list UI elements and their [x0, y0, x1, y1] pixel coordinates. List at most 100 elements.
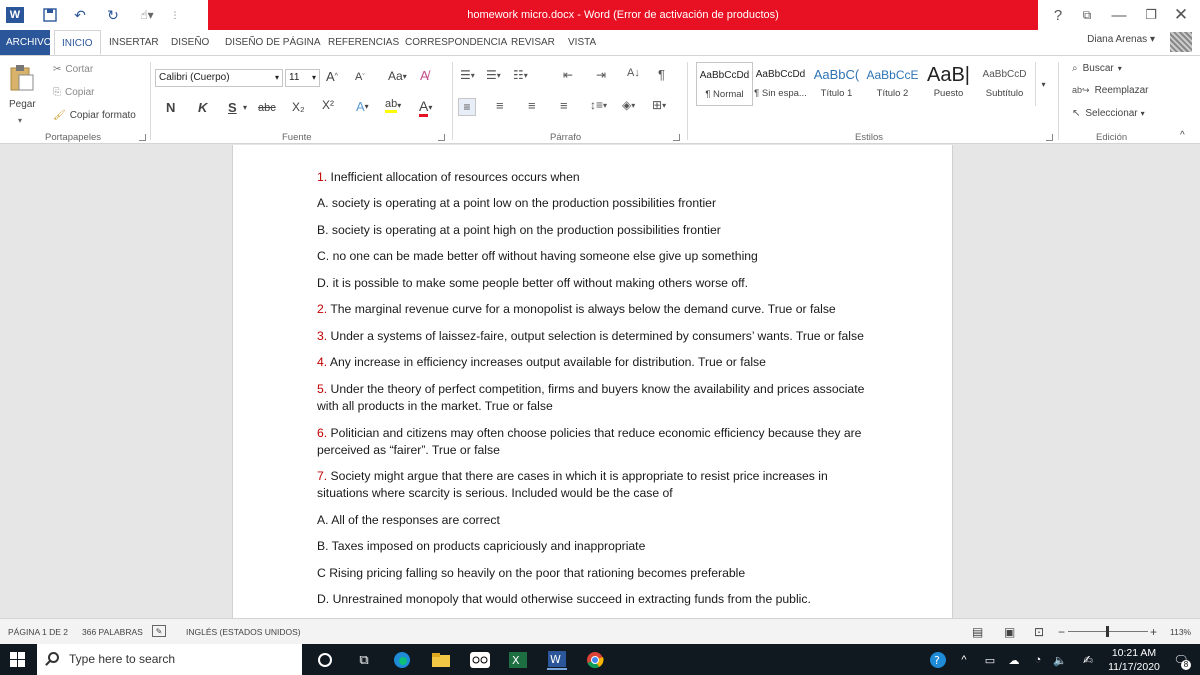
- style-heading-2[interactable]: AaBbCcE Título 2: [864, 62, 921, 106]
- increase-indent-icon[interactable]: ⇥: [596, 68, 606, 82]
- task-view-icon[interactable]: ⧉: [354, 650, 374, 670]
- doc-line[interactable]: C. no one can be made better off without…: [317, 248, 877, 265]
- windows-start-icon[interactable]: [10, 652, 25, 667]
- line-spacing-icon[interactable]: ↕≡ ▾: [590, 98, 607, 112]
- bullets-icon[interactable]: ☰ ▾: [460, 68, 475, 82]
- paste-button[interactable]: Pegar: [9, 99, 36, 110]
- doc-line[interactable]: 6. Politician and citizens may often cho…: [317, 425, 877, 442]
- doc-line[interactable]: 5. Under the theory of perfect competiti…: [317, 381, 877, 398]
- doc-line[interactable]: 4. Any increase in efficiency increases …: [317, 354, 877, 371]
- notifications-icon[interactable]: 🗨 8: [1171, 650, 1191, 670]
- language[interactable]: INGLÉS (ESTADOS UNIDOS): [186, 619, 301, 645]
- show-marks-icon[interactable]: ¶: [658, 67, 665, 82]
- battery-icon[interactable]: ▭: [980, 650, 1000, 670]
- doc-line[interactable]: B. society is operating at a point high …: [317, 222, 877, 239]
- save-icon[interactable]: [40, 5, 60, 25]
- copy-button[interactable]: ⎘ Copiar: [53, 87, 94, 98]
- avatar[interactable]: [1170, 32, 1192, 52]
- taskbar-search[interactable]: Type here to search: [37, 644, 302, 675]
- clipboard-launcher-icon[interactable]: [139, 134, 146, 141]
- find-button[interactable]: ⌕ Buscar ▾: [1072, 63, 1122, 74]
- paste-dropdown-icon[interactable]: ▾: [18, 116, 22, 125]
- borders-icon[interactable]: ⊞ ▾: [652, 98, 666, 112]
- pen-workspace-icon[interactable]: ✍: [1078, 650, 1098, 670]
- word-app-icon[interactable]: W: [6, 7, 24, 23]
- shading-icon[interactable]: ◈ ▾: [622, 98, 635, 112]
- doc-line[interactable]: 1. Inefficient allocation of resources o…: [317, 169, 877, 186]
- word-taskbar-icon[interactable]: W: [547, 650, 567, 670]
- wifi-icon[interactable]: ◔: [1028, 650, 1048, 670]
- sort-icon[interactable]: A↓: [627, 67, 640, 79]
- web-layout-icon[interactable]: ⊡: [1034, 619, 1044, 645]
- replace-button[interactable]: ab↪ Reemplazar: [1072, 85, 1148, 96]
- document-page[interactable]: 1. Inefficient allocation of resources o…: [232, 145, 953, 618]
- tab-inicio[interactable]: INICIO: [54, 30, 101, 55]
- excel-icon[interactable]: X: [508, 650, 528, 670]
- zoom-out-button[interactable]: −: [1058, 619, 1065, 645]
- undo-icon[interactable]: ↶: [70, 5, 90, 25]
- doc-line[interactable]: C Rising pricing falling so heavily on t…: [317, 565, 877, 582]
- doc-line[interactable]: with all products in the market. True or…: [317, 398, 877, 415]
- style-subtitle[interactable]: AaBbCcD Subtítulo: [976, 62, 1033, 106]
- doc-line[interactable]: B. Taxes imposed on products capriciousl…: [317, 538, 877, 555]
- doc-line[interactable]: A. All of the responses are correct: [317, 512, 877, 529]
- style-heading-1[interactable]: AaBbC(Título 1: [808, 62, 865, 106]
- cut-button[interactable]: ✂ Cortar: [53, 64, 93, 75]
- touch-mode-icon[interactable]: ☝▾: [135, 5, 159, 25]
- ribbon-display-options-icon[interactable]: ⧉: [1074, 4, 1100, 26]
- edge-icon[interactable]: [392, 650, 412, 670]
- align-right-icon[interactable]: ≡: [528, 98, 536, 113]
- font-family-select[interactable]: Calibri (Cuerpo) ▾: [155, 69, 283, 87]
- paragraph-launcher-icon[interactable]: [673, 134, 680, 141]
- justify-icon[interactable]: ≡: [560, 98, 568, 113]
- collapse-ribbon-icon[interactable]: ^: [1180, 130, 1185, 141]
- zoom-slider-thumb[interactable]: [1106, 626, 1109, 637]
- restore-button[interactable]: ❐: [1138, 4, 1164, 26]
- zoom-level[interactable]: 113%: [1170, 619, 1191, 645]
- doc-line[interactable]: perceived as “fairer”. True or false: [317, 442, 877, 459]
- change-case-button[interactable]: Aa ▾: [388, 69, 407, 83]
- italic-button[interactable]: K: [198, 100, 207, 115]
- word-count[interactable]: 366 PALABRAS: [82, 619, 143, 645]
- style-normal[interactable]: AaBbCcDd ¶ Normal: [696, 62, 753, 106]
- numbering-icon[interactable]: ☰ ▾: [486, 68, 501, 82]
- subscript-button[interactable]: X₂: [292, 100, 305, 114]
- doc-line[interactable]: D. Unrestrained monopoly that would othe…: [317, 591, 877, 608]
- chrome-icon[interactable]: [585, 650, 605, 670]
- tab-archivo[interactable]: ARCHIVO: [0, 30, 52, 55]
- bold-button[interactable]: N: [166, 100, 175, 115]
- minimize-button[interactable]: —: [1106, 4, 1132, 26]
- align-left-icon[interactable]: ≡: [458, 98, 476, 116]
- underline-dropdown-icon[interactable]: ▾: [243, 103, 247, 112]
- style-no-spacing[interactable]: AaBbCcDd ¶ Sin espa...: [752, 62, 809, 106]
- read-mode-icon[interactable]: ▤: [972, 619, 983, 645]
- doc-line[interactable]: D. it is possible to make some people be…: [317, 275, 877, 292]
- user-account[interactable]: Diana Arenas ▾: [1087, 30, 1155, 50]
- help-tray-icon[interactable]: ?: [928, 650, 948, 670]
- print-layout-icon[interactable]: ▣: [1004, 619, 1015, 645]
- zoom-in-button[interactable]: +: [1150, 619, 1157, 645]
- page-count[interactable]: PÁGINA 1 DE 2: [8, 619, 68, 645]
- strikethrough-button[interactable]: abc: [258, 102, 276, 114]
- doc-line[interactable]: 3. Under a systems of laissez-faire, out…: [317, 328, 877, 345]
- styles-launcher-icon[interactable]: [1046, 134, 1053, 141]
- font-launcher-icon[interactable]: [438, 134, 445, 141]
- tab-revisar[interactable]: REVISAR: [511, 30, 555, 55]
- format-painter-button[interactable]: 🖌 Copiar formato: [53, 110, 136, 121]
- onedrive-icon[interactable]: ☁: [1004, 650, 1024, 670]
- clock[interactable]: 10:21 AM 11/17/2020: [1104, 646, 1164, 674]
- tab-referencias[interactable]: REFERENCIAS: [328, 30, 399, 55]
- file-explorer-icon[interactable]: [431, 650, 451, 670]
- paste-icon[interactable]: [8, 64, 36, 92]
- tab-correspondencia[interactable]: CORRESPONDENCIA: [405, 30, 507, 55]
- select-button[interactable]: ↖ Seleccionar ▾: [1072, 108, 1145, 119]
- redo-icon[interactable]: ↻: [103, 5, 123, 25]
- tab-vista[interactable]: VISTA: [568, 30, 596, 55]
- tray-chevron-icon[interactable]: ^: [954, 650, 974, 670]
- tab-diseno[interactable]: DISEÑO: [171, 30, 209, 55]
- superscript-button[interactable]: X²: [322, 98, 334, 112]
- decrease-indent-icon[interactable]: ⇤: [563, 68, 573, 82]
- multilevel-list-icon[interactable]: ☷ ▾: [513, 68, 528, 82]
- align-center-icon[interactable]: ≡: [496, 98, 504, 113]
- underline-button[interactable]: S: [228, 100, 237, 115]
